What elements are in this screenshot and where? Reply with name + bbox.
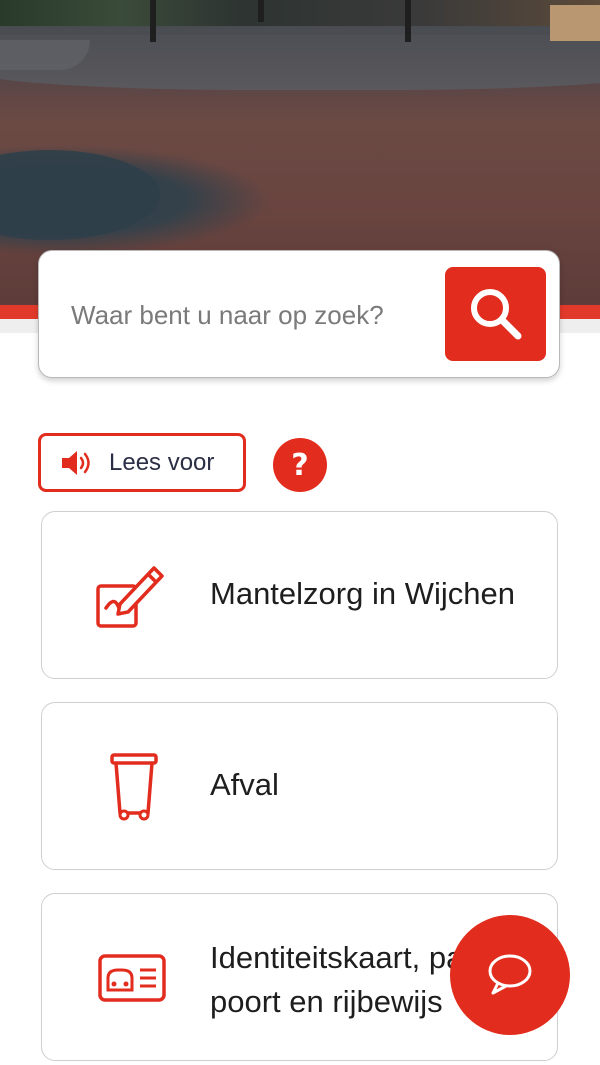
tile-label: Afval: [210, 767, 279, 802]
read-aloud-button[interactable]: Lees voor: [38, 433, 246, 492]
help-icon: ?: [291, 447, 309, 483]
search-icon: [470, 289, 521, 340]
tile-mantelzorg[interactable]: Mantelzorg in Wijchen: [41, 511, 558, 679]
hero-background-greenery: [0, 0, 600, 26]
waste-bin-icon: [110, 753, 158, 821]
hero-pole: [258, 0, 264, 22]
tile-label-line-2: poort en rijbewijs: [210, 984, 443, 1019]
id-card-icon: [98, 954, 166, 1002]
hero-wall: [550, 5, 600, 41]
search-box: [38, 250, 560, 378]
tile-label-line-1: Identiteitskaart, pas: [210, 940, 479, 975]
read-aloud-label: Lees voor: [109, 448, 215, 476]
hero-pole: [150, 0, 156, 42]
chat-button[interactable]: [450, 915, 570, 1035]
search-button[interactable]: [445, 267, 546, 361]
tile-label: Mantelzorg in Wijchen: [210, 576, 515, 611]
search-input[interactable]: [69, 286, 443, 344]
signature-pencil-icon: [96, 566, 164, 628]
help-button[interactable]: ?: [273, 438, 327, 492]
tile-afval[interactable]: Afval: [41, 702, 558, 870]
speaker-icon: [62, 450, 90, 475]
hero-pole: [405, 0, 411, 42]
chat-bubble-icon: [488, 954, 532, 995]
hero-roundabout-island: [0, 150, 160, 240]
hero-road: [0, 35, 600, 90]
